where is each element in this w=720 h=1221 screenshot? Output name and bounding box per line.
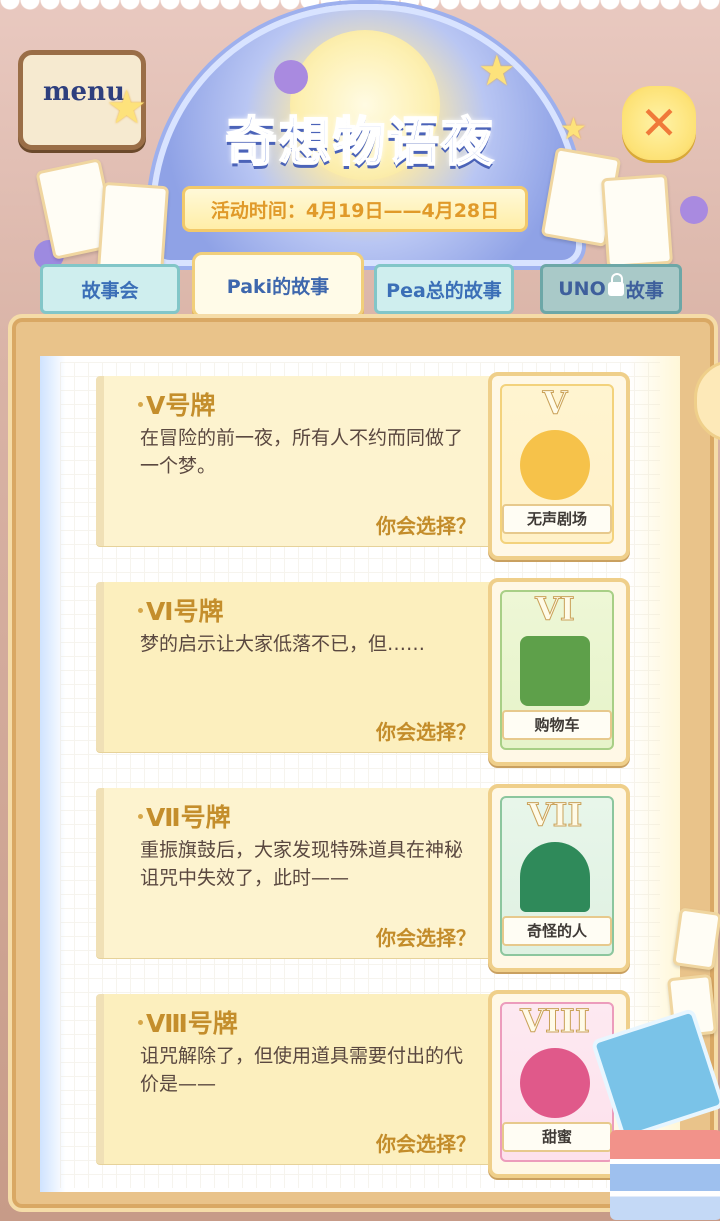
choose-button[interactable]: 你会选择？	[376, 510, 476, 539]
choose-button[interactable]: 你会选择？	[376, 922, 476, 951]
flower-icon	[680, 196, 708, 224]
decorative-card	[96, 181, 170, 277]
event-date-banner: 活动时间：4月19日——4月28日	[182, 186, 528, 232]
bullet-icon	[138, 402, 143, 407]
decorative-card	[672, 907, 720, 971]
story-title: Ⅷ号牌	[146, 1009, 238, 1038]
story-title: Ⅵ号牌	[146, 597, 224, 626]
story-description: 梦的启示让大家低落不已，但……	[140, 633, 426, 655]
doorway-figure-icon	[520, 842, 590, 912]
choose-button[interactable]: 你会选择？	[376, 1128, 476, 1157]
tarot-card[interactable]: VI 购物车	[488, 578, 630, 766]
card-numeral: VI	[535, 590, 576, 629]
story-title: Ⅴ号牌	[146, 391, 216, 420]
tab-story-club[interactable]: 故事会	[40, 264, 180, 314]
story-description: 诅咒解除了，但使用道具需要付出的代价是——	[140, 1045, 464, 1095]
flower-icon	[274, 60, 308, 94]
choose-button[interactable]: 你会选择？	[376, 716, 476, 745]
story-description: 在冒险的前一夜，所有人不约而同做了一个梦。	[140, 427, 464, 477]
story-card-5[interactable]: Ⅴ号牌 在冒险的前一夜，所有人不约而同做了一个梦。 你会选择？ V 无声剧场	[96, 372, 630, 560]
tab-label: Paki的故事	[226, 275, 330, 298]
story-scroll: Ⅷ号牌 诅咒解除了，但使用道具需要付出的代价是—— 你会选择？	[96, 994, 525, 1164]
event-screen: menu ★ ★ ★ 奇想物语夜 活动时间：4月19日——4月28日 ✕ 故事会…	[0, 0, 720, 1221]
bullet-icon	[138, 814, 143, 819]
story-scroll: Ⅴ号牌 在冒险的前一夜，所有人不约而同做了一个梦。 你会选择？	[96, 376, 525, 546]
card-name: 甜蜜	[502, 1122, 612, 1152]
story-card-6[interactable]: Ⅵ号牌 梦的启示让大家低落不已，但…… 你会选择？ VI 购物车	[96, 578, 630, 766]
card-name: 购物车	[502, 710, 612, 740]
decorative-card	[600, 173, 674, 269]
lollipop-icon	[520, 1048, 590, 1118]
story-scroll: Ⅶ号牌 重振旗鼓后，大家发现特殊道具在神秘诅咒中失效了，此时—— 你会选择？	[96, 788, 525, 958]
tab-label: 故事会	[81, 279, 139, 302]
tab-label: Pea总的故事	[386, 279, 502, 302]
story-description: 重振旗鼓后，大家发现特殊道具在神秘诅咒中失效了，此时——	[140, 839, 464, 889]
books-stack-icon	[610, 1130, 720, 1220]
lock-icon	[607, 273, 624, 296]
card-numeral: VII	[527, 796, 583, 835]
card-numeral: VIII	[520, 1002, 591, 1041]
tarot-card[interactable]: VII 奇怪的人	[488, 784, 630, 972]
shopping-cart-icon	[520, 636, 590, 706]
story-card-8[interactable]: Ⅷ号牌 诅咒解除了，但使用道具需要付出的代价是—— 你会选择？ VIII 甜蜜	[96, 990, 630, 1178]
bullet-icon	[138, 608, 143, 613]
tab-pea-story[interactable]: Pea总的故事	[374, 264, 514, 314]
star-icon: ★	[478, 46, 516, 95]
bullet-icon	[138, 1020, 143, 1025]
tab-label-right: 故事	[625, 279, 664, 302]
tab-uno-story[interactable]: UNO 故事	[540, 264, 682, 314]
theater-masks-icon	[520, 430, 590, 500]
close-icon: ✕	[639, 96, 679, 150]
tab-label-left: UNO	[558, 278, 606, 300]
card-name: 无声剧场	[502, 504, 612, 534]
story-scroll: Ⅵ号牌 梦的启示让大家低落不已，但…… 你会选择？	[96, 582, 525, 752]
card-name: 奇怪的人	[502, 916, 612, 946]
story-title: Ⅶ号牌	[146, 803, 231, 832]
story-card-7[interactable]: Ⅶ号牌 重振旗鼓后，大家发现特殊道具在神秘诅咒中失效了，此时—— 你会选择？ V…	[96, 784, 630, 972]
tarot-card[interactable]: V 无声剧场	[488, 372, 630, 560]
page-title: 奇想物语夜	[224, 112, 495, 174]
card-numeral: V	[542, 384, 568, 423]
event-date: 活动时间：4月19日——4月28日	[210, 199, 500, 222]
tab-paki-story[interactable]: Paki的故事	[192, 252, 364, 318]
close-button[interactable]: ✕	[622, 86, 696, 160]
